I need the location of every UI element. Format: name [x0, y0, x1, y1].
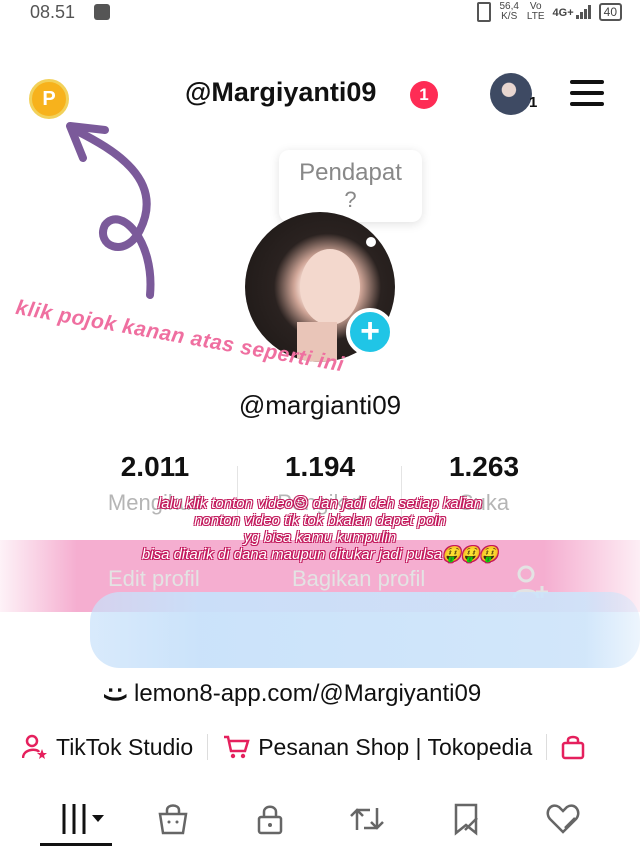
studio-person-icon	[22, 734, 47, 759]
volte-bottom: LTE	[526, 11, 545, 22]
edit-profile-button[interactable]: Edit profil	[108, 566, 200, 592]
network-speed: 56,4 K/S	[499, 2, 518, 22]
bio-link[interactable]: :) lemon8-app.com/@Margiyanti09	[103, 680, 481, 708]
profile-handle: @margianti09	[238, 390, 402, 420]
share-profile-button[interactable]: Bagikan profil	[292, 566, 425, 592]
profile-username[interactable]: @Margiyanti09	[185, 77, 376, 108]
shop-bag-icon[interactable]	[561, 734, 585, 760]
bookmark-icon	[454, 803, 478, 836]
network-speed-unit: K/S	[501, 11, 518, 22]
tiktok-studio-label: TikTok Studio	[56, 733, 194, 760]
annotation-note: lalu klik tonton video😉 dan jadi deh set…	[70, 495, 570, 563]
shopping-bag-icon	[158, 804, 188, 835]
bio-link-text[interactable]: lemon8-app.com/@Margiyanti09	[134, 680, 481, 707]
tab-liked[interactable]	[533, 795, 593, 843]
smile-icon: :)	[102, 686, 130, 702]
opinion-bubble[interactable]: Pendapat ?	[279, 150, 422, 222]
bubble-title: Pendapat	[299, 159, 402, 186]
stat-likes-count[interactable]: 1.263	[409, 451, 559, 483]
status-right-icons: 56,4 K/S Vo LTE 4G+ 40	[477, 2, 622, 22]
orders-shop-link[interactable]: Pesanan Shop | Tokopedia	[222, 734, 532, 761]
shop-row-divider	[546, 734, 548, 760]
tiktok-studio-link[interactable]: TikTok Studio	[22, 734, 193, 761]
shop-row-divider	[207, 734, 209, 760]
status-time: 08.51	[30, 2, 76, 22]
tab-favorites[interactable]	[436, 795, 496, 843]
note-line: nonton video tik tok bkalan dapet poin	[194, 512, 446, 529]
tab-shop[interactable]	[143, 795, 203, 843]
tab-reposts[interactable]	[337, 795, 397, 843]
app-notification-icon	[94, 4, 110, 20]
notification-badge: 1	[410, 81, 438, 109]
shop-row: TikTok Studio Pesanan Shop | Tokopedia	[22, 730, 585, 764]
add-photo-button[interactable]: +	[346, 308, 394, 356]
stat-following-count[interactable]: 2.011	[80, 451, 230, 483]
lock-icon	[257, 805, 283, 835]
orders-shop-label: Pesanan Shop | Tokopedia	[258, 733, 533, 760]
grid-icon	[62, 804, 104, 834]
volte-indicator: Vo LTE	[527, 2, 545, 22]
battery-icon: 40	[598, 3, 622, 21]
hand-drawn-arrow	[66, 122, 155, 299]
blue-paint-stroke	[90, 592, 640, 668]
status-bar: 08.51 56,4 K/S Vo LTE 4G+ 40	[0, 0, 640, 28]
note-line: bisa ditarik di dana maupun ditukar jadi…	[141, 546, 499, 563]
tab-private[interactable]	[240, 795, 300, 843]
network-type: 4G+	[552, 7, 574, 19]
account-count: 1	[529, 94, 538, 111]
hamburger-menu-icon[interactable]	[570, 80, 604, 106]
profile-tabs	[0, 795, 640, 853]
note-line: yg bisa kamu kumpulin	[243, 529, 397, 546]
note-line: lalu klik tonton video😉 dan jadi deh set…	[157, 495, 483, 512]
signal-icon: 4G+	[553, 5, 591, 19]
active-tab-indicator	[40, 843, 112, 846]
repost-icon	[350, 808, 384, 830]
shopping-cart-icon	[224, 735, 250, 759]
stat-followers-count[interactable]: 1.194	[245, 451, 395, 483]
tab-videos[interactable]	[50, 795, 110, 843]
bubble-question: ?	[344, 187, 357, 212]
liked-heart-icon	[546, 804, 580, 834]
account-switch-avatar[interactable]	[490, 73, 532, 115]
vibrate-icon	[477, 2, 492, 22]
